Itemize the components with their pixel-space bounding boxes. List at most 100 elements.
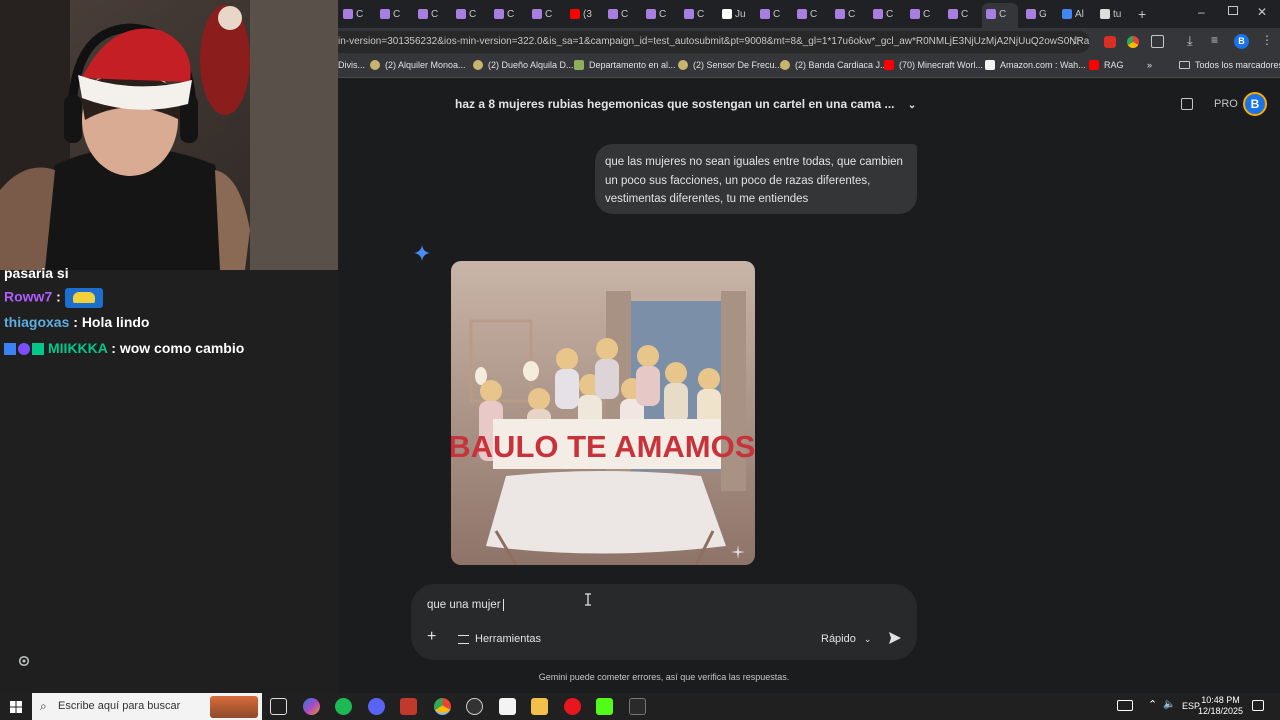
bookmark-item[interactable]: (70) Minecraft Worl...: [884, 60, 983, 70]
badge-icon: [4, 343, 16, 356]
browser-tab[interactable]: C: [494, 5, 514, 23]
bookmark-label: (2) Dueño Alquila D...: [488, 60, 574, 70]
profile-avatar[interactable]: B: [1234, 34, 1249, 49]
user-message-text: que las mujeres no sean iguales entre to…: [605, 156, 903, 205]
obs-icon[interactable]: [466, 698, 483, 715]
chat-username: MIIKKKA: [48, 340, 108, 356]
epic-games-icon[interactable]: [629, 698, 646, 715]
browser-tab[interactable]: C: [380, 5, 400, 23]
conversation-title[interactable]: haz a 8 mujeres rubias hegemonicas que s…: [455, 97, 916, 111]
bookmark-item[interactable]: Divis...: [338, 60, 365, 70]
tab-label: C: [659, 8, 667, 20]
taskbar-clock[interactable]: 10:48 PM 12/18/2025: [1198, 695, 1243, 717]
tab-favicon-icon: [910, 9, 920, 19]
extension-icon[interactable]: [1104, 36, 1116, 48]
mode-label: Rápido: [821, 633, 856, 645]
menu-icon[interactable]: ⋮: [1261, 33, 1273, 47]
browser-tab[interactable]: (3: [570, 5, 592, 23]
minimize-button[interactable]: –: [1198, 5, 1205, 19]
browser-tab[interactable]: C: [608, 5, 628, 23]
browser-tab[interactable]: tu: [1100, 5, 1121, 23]
generated-image-art: BAULO TE AMAMOS!: [451, 261, 755, 565]
browser-tab[interactable]: C: [646, 5, 666, 23]
spotify-icon[interactable]: [335, 698, 352, 715]
browser-tab[interactable]: C: [873, 5, 893, 23]
gear-icon[interactable]: [17, 654, 31, 668]
download-icon[interactable]: ⤓: [1187, 33, 1193, 49]
restore-button[interactable]: [1228, 6, 1238, 15]
account-avatar[interactable]: B: [1243, 92, 1267, 116]
add-attachment-button[interactable]: +: [427, 628, 436, 646]
chat-partial-line: pasaria si: [4, 265, 69, 281]
browser-tab[interactable]: C: [948, 5, 968, 23]
bookmarks-overflow-button[interactable]: »: [1147, 60, 1152, 70]
browser-tab[interactable]: C: [797, 5, 817, 23]
bookmark-star-icon[interactable]: ☆: [1070, 33, 1082, 49]
tools-button[interactable]: Herramientas: [458, 633, 541, 645]
voice-app-icon[interactable]: [400, 698, 417, 715]
bookmark-label: (2) Alquiler Monoa...: [385, 60, 466, 70]
chat-text: wow como cambio: [119, 340, 245, 356]
tab-label: G: [1039, 8, 1047, 20]
bookmark-item[interactable]: (2) Alquiler Monoa...: [370, 60, 466, 70]
all-bookmarks-folder[interactable]: Todos los marcadores: [1179, 60, 1280, 70]
bookmark-item[interactable]: Amazon.com : Wah...: [985, 60, 1086, 70]
bookmark-item[interactable]: (2) Banda Cardiaca J...: [780, 60, 888, 70]
chrome-icon[interactable]: [434, 698, 451, 715]
gemini-page: haz a 8 mujeres rubias hegemonicas que s…: [338, 78, 1280, 693]
reading-list-icon[interactable]: ≡: [1211, 33, 1218, 47]
file-explorer-icon[interactable]: [531, 698, 548, 715]
amazon-icon: [985, 60, 995, 70]
bookmark-label: Departamento en al...: [589, 60, 676, 70]
task-view-icon[interactable]: [270, 698, 287, 715]
browser-tab[interactable]: C: [532, 5, 552, 23]
browser-tab[interactable]: C: [684, 5, 704, 23]
browser-tab[interactable]: Ju: [722, 5, 746, 23]
extension-icon[interactable]: [1127, 36, 1139, 48]
tab-label: C: [431, 8, 439, 20]
bookmark-item[interactable]: (2) Dueño Alquila D...: [473, 60, 574, 70]
browser-tab[interactable]: C: [456, 5, 476, 23]
mode-selector[interactable]: Rápido ⌄: [821, 633, 871, 645]
volume-icon[interactable]: 🔈: [1163, 699, 1175, 710]
generated-image[interactable]: BAULO TE AMAMOS!: [451, 261, 755, 565]
discord-icon[interactable]: [368, 698, 385, 715]
taskbar-search-input[interactable]: ⌕ Escribe aquí para buscar: [32, 693, 262, 720]
prompt-composer[interactable]: que una mujer + Herramientas Rápido ⌄: [411, 584, 917, 660]
copilot-icon[interactable]: [303, 698, 320, 715]
browser-tab[interactable]: C: [910, 5, 930, 23]
tab-label: C: [848, 8, 856, 20]
send-button[interactable]: [888, 631, 902, 645]
browser-tab[interactable]: G: [1026, 5, 1047, 23]
opera-gx-icon[interactable]: [564, 698, 581, 715]
browser-tab[interactable]: C: [760, 5, 780, 23]
windows-start-icon[interactable]: [10, 701, 22, 713]
browser-tab[interactable]: Al: [1062, 5, 1084, 23]
bookmark-item[interactable]: Departamento en al...: [574, 60, 676, 70]
pro-badge[interactable]: PRO: [1214, 98, 1238, 110]
chat-separator: :: [107, 340, 120, 356]
tab-favicon-icon: [570, 9, 580, 19]
capcut-icon[interactable]: [499, 698, 516, 715]
webcam-image: [0, 0, 338, 270]
keyboard-icon[interactable]: [1117, 700, 1133, 711]
print-icon[interactable]: [1181, 98, 1193, 110]
prompt-input[interactable]: que una mujer: [427, 599, 504, 611]
kick-icon[interactable]: [596, 698, 613, 715]
close-window-button[interactable]: ✕: [1257, 5, 1267, 19]
browser-tab[interactable]: C: [986, 5, 1006, 23]
browser-tab[interactable]: C: [418, 5, 438, 23]
new-tab-button[interactable]: +: [1138, 6, 1146, 22]
tab-label: C: [356, 8, 364, 20]
address-bar[interactable]: in-version=301356232&ios-min-version=322…: [338, 31, 1090, 53]
chevron-up-icon[interactable]: ⌃: [1148, 698, 1157, 711]
browser-tab[interactable]: C: [835, 5, 855, 23]
extensions-puzzle-icon[interactable]: [1151, 35, 1164, 48]
notifications-icon[interactable]: [1252, 700, 1264, 711]
windows-taskbar: ⌕ Escribe aquí para buscar ⌃ 🔈 ESP 10:48…: [0, 693, 1280, 720]
bookmark-item[interactable]: (2) Sensor De Frecu...: [678, 60, 782, 70]
browser-tab[interactable]: C: [343, 5, 363, 23]
tab-label: C: [773, 8, 781, 20]
bookmarks-bar: Divis... (2) Alquiler Monoa... (2) Dueño…: [338, 56, 1280, 78]
bookmark-item[interactable]: RAG: [1089, 60, 1124, 70]
